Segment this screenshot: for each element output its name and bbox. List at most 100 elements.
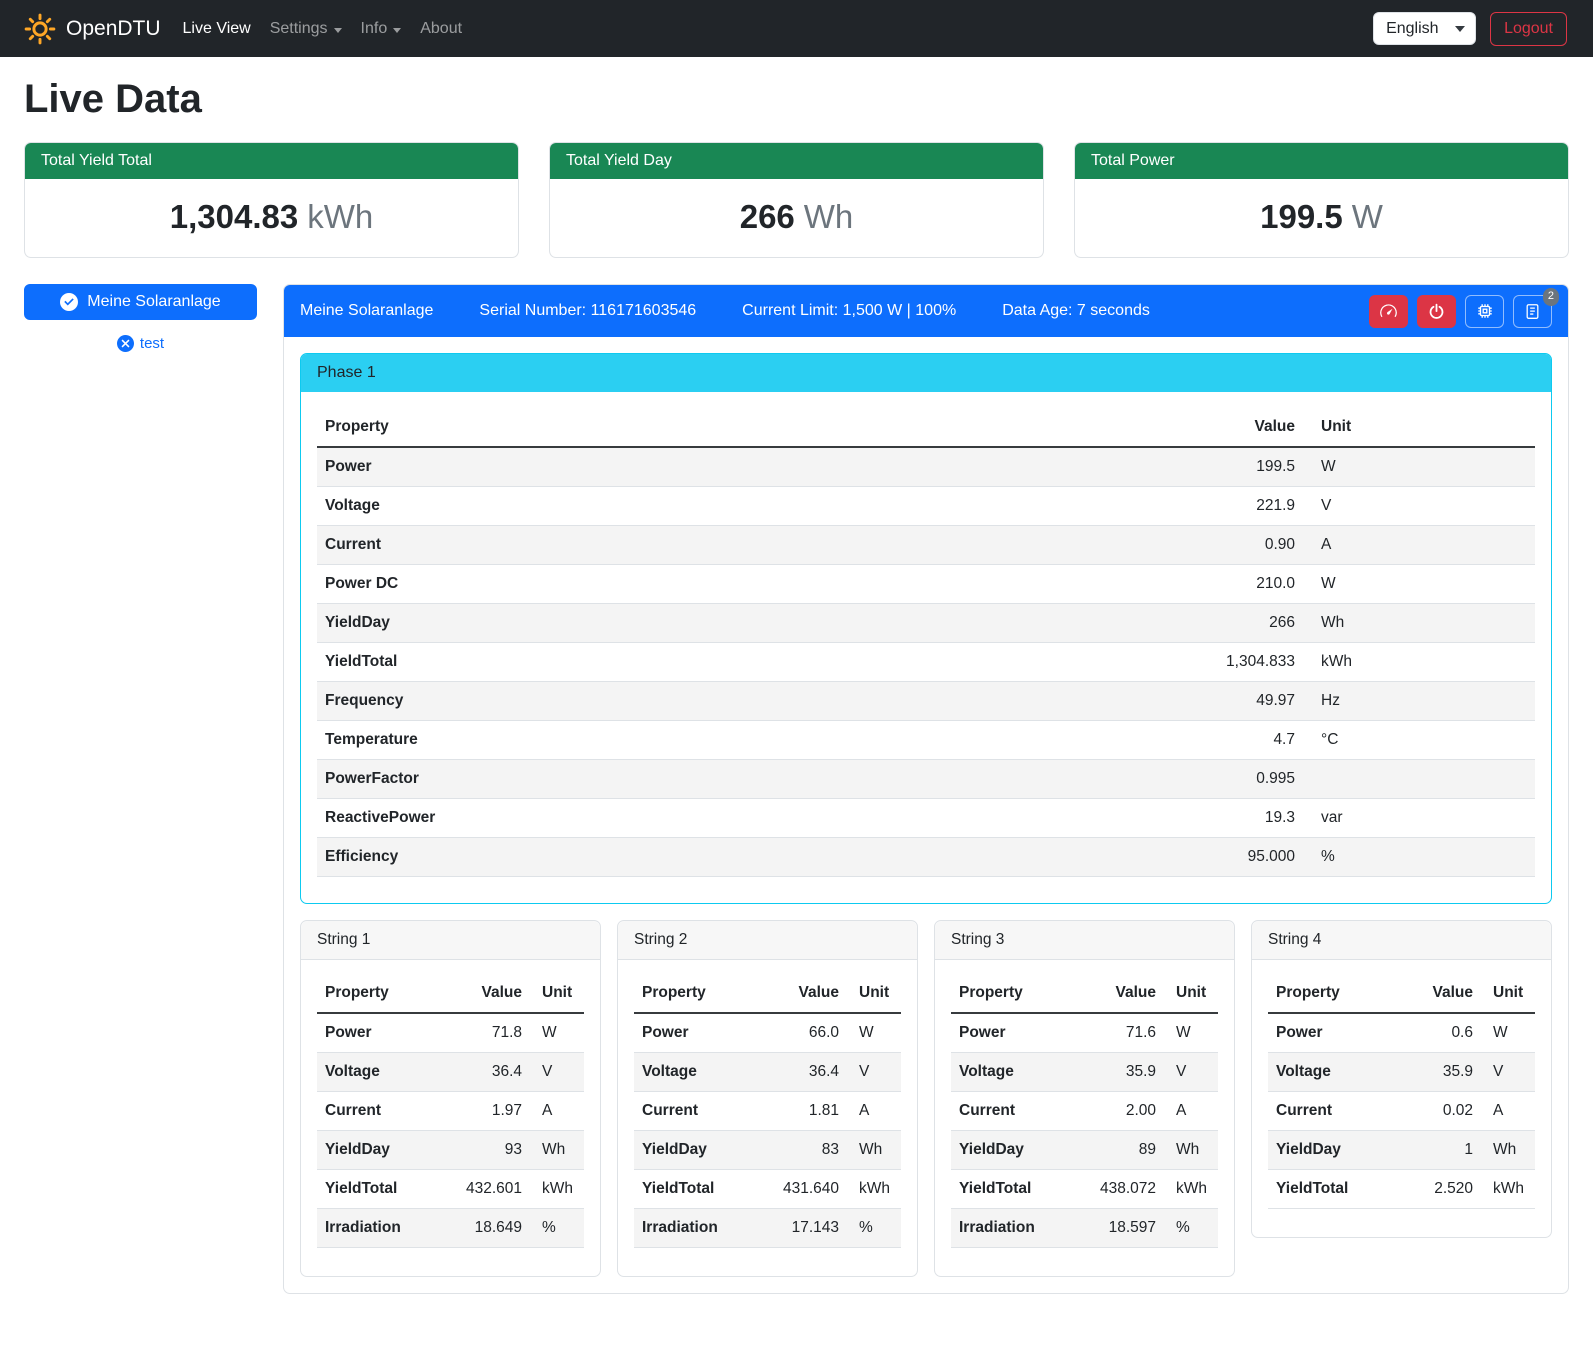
- speedometer-icon: [1379, 302, 1398, 321]
- row-value: 35.9: [1399, 1053, 1481, 1092]
- row-unit: var: [1303, 799, 1535, 838]
- row-value: 0.90: [906, 526, 1303, 565]
- table-header-row: Property Value Unit: [317, 974, 584, 1013]
- table-row: Voltage36.4V: [317, 1053, 584, 1092]
- nav-info[interactable]: Info: [361, 20, 402, 38]
- row-value: 89: [1082, 1131, 1164, 1170]
- total-power-card: Total Power 199.5W: [1074, 142, 1569, 258]
- serial-number: Serial Number: 116171603546: [479, 302, 696, 320]
- test-chip-label: test: [140, 335, 164, 352]
- row-unit: kWh: [530, 1170, 584, 1209]
- row-property: Power DC: [317, 565, 906, 604]
- table-row: Current1.97A: [317, 1092, 584, 1131]
- row-property: Current: [1268, 1092, 1399, 1131]
- inverter-panel-body: Phase 1 Property Value Unit: [284, 337, 1568, 1293]
- row-property: Current: [317, 526, 906, 565]
- language-select[interactable]: English: [1373, 12, 1476, 45]
- panel-actions: 2: [1369, 295, 1552, 328]
- row-property: Power: [634, 1013, 765, 1053]
- row-property: YieldTotal: [317, 1170, 448, 1209]
- card-unit: Wh: [804, 198, 854, 235]
- chevron-down-icon: [334, 28, 342, 33]
- table-row: Power66.0W: [634, 1013, 901, 1053]
- inverter-select-button[interactable]: Meine Solaranlage: [24, 284, 257, 320]
- row-value: 35.9: [1082, 1053, 1164, 1092]
- row-value: 1.81: [765, 1092, 847, 1131]
- table-row: Current2.00A: [951, 1092, 1218, 1131]
- total-yield-day-card: Total Yield Day 266Wh: [549, 142, 1044, 258]
- row-value: 18.649: [448, 1209, 530, 1248]
- table-row: Power199.5W: [317, 447, 1535, 487]
- row-property: ReactivePower: [317, 799, 906, 838]
- table-row: PowerFactor0.995: [317, 760, 1535, 799]
- cpu-chip-icon: [1476, 302, 1494, 320]
- row-unit: %: [530, 1209, 584, 1248]
- row-value: 36.4: [448, 1053, 530, 1092]
- string-card-title: String 3: [935, 921, 1234, 960]
- row-value: 2.00: [1082, 1092, 1164, 1131]
- string-2-card: String 2 Property Value Unit: [617, 920, 918, 1277]
- event-count-badge: 2: [1543, 288, 1559, 306]
- row-property: YieldTotal: [1268, 1170, 1399, 1209]
- row-value: 66.0: [765, 1013, 847, 1053]
- table-row: Current1.81A: [634, 1092, 901, 1131]
- row-property: YieldDay: [317, 1131, 448, 1170]
- row-value: 49.97: [906, 682, 1303, 721]
- content: Meine Solaranlage test Meine Solaranlage…: [24, 284, 1569, 1294]
- table-header-row: Property Value Unit: [951, 974, 1218, 1013]
- nav-about[interactable]: About: [420, 20, 462, 38]
- limit-settings-button[interactable]: [1369, 295, 1408, 328]
- inverter-panel-header: Meine Solaranlage Serial Number: 1161716…: [284, 285, 1568, 337]
- column-header-unit: Unit: [1303, 408, 1535, 447]
- device-info-button[interactable]: [1465, 295, 1504, 328]
- row-property: Efficiency: [317, 838, 906, 877]
- card-unit: W: [1352, 198, 1383, 235]
- chevron-down-icon: [393, 28, 401, 33]
- summary-cards: Total Yield Total 1,304.83kWh Total Yiel…: [24, 142, 1569, 258]
- row-unit: W: [1303, 447, 1535, 487]
- row-unit: A: [1164, 1092, 1218, 1131]
- string-card-title: String 1: [301, 921, 600, 960]
- table-row: Current0.90A: [317, 526, 1535, 565]
- row-value: 0.995: [906, 760, 1303, 799]
- string-cards: String 1 Property Value Unit: [300, 920, 1552, 1277]
- row-value: 0.02: [1399, 1092, 1481, 1131]
- row-value: 93: [448, 1131, 530, 1170]
- row-unit: V: [530, 1053, 584, 1092]
- row-value: 221.9: [906, 487, 1303, 526]
- table-row: YieldTotal432.601kWh: [317, 1170, 584, 1209]
- test-chip[interactable]: test: [24, 335, 257, 352]
- logout-button[interactable]: Logout: [1490, 12, 1567, 46]
- row-value: 95.000: [906, 838, 1303, 877]
- page-title: Live Data: [24, 77, 1569, 122]
- table-row: Temperature4.7°C: [317, 721, 1535, 760]
- nav-settings-label: Settings: [270, 20, 328, 38]
- row-unit: %: [1164, 1209, 1218, 1248]
- x-circle-icon[interactable]: [117, 335, 134, 352]
- nav-live-view[interactable]: Live View: [183, 20, 251, 38]
- column-header-unit: Unit: [530, 974, 584, 1013]
- column-header-unit: Unit: [1481, 974, 1535, 1013]
- brand[interactable]: OpenDTU: [24, 13, 161, 45]
- row-property: Power: [951, 1013, 1082, 1053]
- card-title: Total Yield Total: [25, 143, 518, 179]
- row-property: YieldDay: [1268, 1131, 1399, 1170]
- row-property: Irradiation: [951, 1209, 1082, 1248]
- table-row: YieldTotal1,304.833kWh: [317, 643, 1535, 682]
- column-header-property: Property: [634, 974, 765, 1013]
- page: OpenDTU Live View Settings Info About En…: [0, 0, 1593, 1359]
- table-header-row: Property Value Unit: [634, 974, 901, 1013]
- row-unit: W: [1303, 565, 1535, 604]
- nav-settings[interactable]: Settings: [270, 20, 342, 38]
- total-yield-total-card: Total Yield Total 1,304.83kWh: [24, 142, 519, 258]
- row-property: Temperature: [317, 721, 906, 760]
- event-log-button[interactable]: 2: [1513, 295, 1552, 328]
- row-unit: kWh: [847, 1170, 901, 1209]
- row-unit: Wh: [847, 1131, 901, 1170]
- row-value: 36.4: [765, 1053, 847, 1092]
- string-card-title: String 2: [618, 921, 917, 960]
- table-row: YieldTotal2.520kWh: [1268, 1170, 1535, 1209]
- data-age: Data Age: 7 seconds: [1002, 302, 1150, 320]
- power-button[interactable]: [1417, 295, 1456, 328]
- row-value: 1: [1399, 1131, 1481, 1170]
